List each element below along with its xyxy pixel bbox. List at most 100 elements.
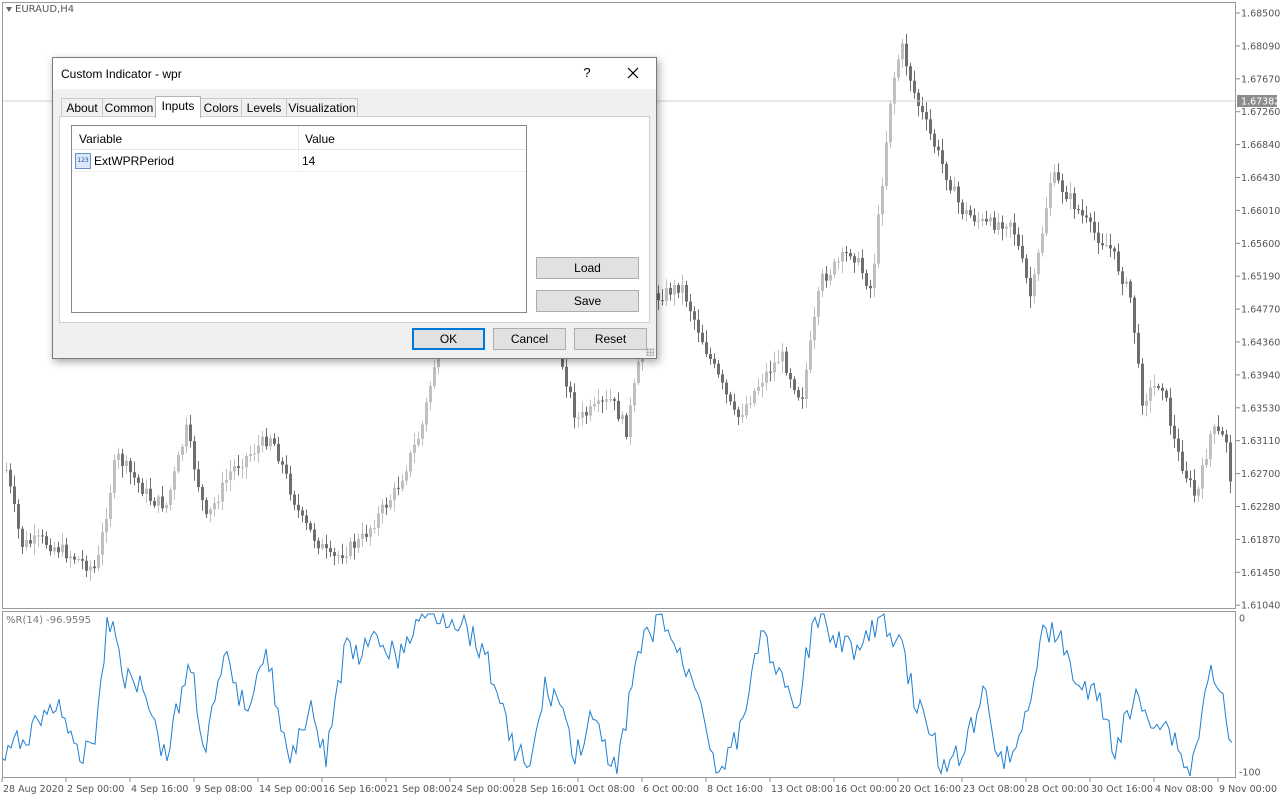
ok-button[interactable]: OK (412, 328, 485, 350)
candle-body (1009, 222, 1012, 227)
candle-body (877, 214, 880, 264)
tab-about[interactable]: About (61, 98, 103, 117)
candle-body (661, 300, 664, 302)
candle-body (1185, 470, 1188, 479)
candle-body (373, 527, 376, 529)
candle-body (33, 535, 36, 544)
tab-common[interactable]: Common (102, 98, 156, 117)
candle-body (1197, 488, 1200, 496)
load-button[interactable]: Load (536, 257, 639, 279)
candle-body (625, 415, 628, 437)
time-tick-label: 21 Sep 08:00 (387, 784, 450, 795)
time-tick-label: 16 Oct 00:00 (835, 784, 897, 795)
candle-body (273, 438, 276, 444)
tab-inputs[interactable]: Inputs (155, 96, 201, 118)
candle-body (433, 367, 436, 386)
candle-body (613, 399, 616, 401)
candle-body (897, 59, 900, 78)
candle-body (121, 453, 124, 467)
dropdown-triangle-icon (6, 6, 12, 12)
candle-body (777, 361, 780, 363)
candle-body (933, 133, 936, 147)
price-tick-label: 1.61040 (1241, 601, 1280, 612)
candle-body (29, 540, 32, 544)
variable-value[interactable]: 14 (302, 154, 315, 168)
candle-body (1193, 480, 1196, 496)
candle-body (1189, 478, 1192, 481)
candle-body (405, 471, 408, 481)
price-tick-label: 1.61450 (1241, 568, 1280, 579)
candle-body (941, 150, 944, 164)
column-header-value[interactable]: Value (305, 132, 335, 146)
candle-body (957, 186, 960, 203)
candle-body (1065, 192, 1068, 200)
candle-body (785, 351, 788, 374)
candle-body (1093, 221, 1096, 233)
resize-grip-icon[interactable] (646, 348, 654, 356)
candle-body (173, 471, 176, 490)
tab-visualization[interactable]: Visualization (286, 98, 358, 117)
candle-body (265, 436, 268, 447)
candle-body (69, 556, 72, 559)
candle-body (593, 403, 596, 407)
candle-body (425, 402, 428, 425)
inputs-grid[interactable]: Variable Value 123 ExtWPRPeriod 14 (71, 125, 527, 313)
candle-body (417, 438, 420, 445)
candle-body (241, 467, 244, 469)
candle-body (733, 401, 736, 410)
candle-body (997, 222, 1000, 230)
candle-body (757, 386, 760, 391)
candle-body (1141, 363, 1144, 406)
candle-body (221, 482, 224, 502)
time-tick-label: 23 Oct 08:00 (963, 784, 1025, 795)
candle-body (1181, 451, 1184, 471)
price-tick-label: 1.63110 (1241, 436, 1280, 447)
candle-body (325, 544, 328, 549)
help-button[interactable]: ? (581, 63, 593, 83)
candle-body (1177, 438, 1180, 452)
candle-body (1045, 208, 1048, 234)
table-row[interactable]: 123 ExtWPRPeriod 14 (72, 150, 526, 172)
candle-body (669, 287, 672, 295)
column-header-variable[interactable]: Variable (79, 132, 122, 146)
tab-levels[interactable]: Levels (241, 98, 287, 117)
grid-header: Variable Value (72, 126, 526, 150)
candle-body (765, 371, 768, 383)
candle-body (949, 180, 952, 191)
candle-body (61, 544, 64, 553)
price-tick-label: 1.65600 (1241, 239, 1280, 250)
cancel-button[interactable]: Cancel (493, 328, 566, 350)
candle-body (317, 540, 320, 549)
candle-body (1101, 243, 1104, 246)
reset-button[interactable]: Reset (574, 328, 647, 350)
price-tick-label: 1.62700 (1241, 469, 1280, 480)
candle-body (789, 373, 792, 380)
tab-colors[interactable]: Colors (200, 98, 242, 117)
candle-body (925, 112, 928, 120)
candle-body (617, 400, 620, 420)
candle-body (17, 504, 20, 529)
candle-body (245, 456, 248, 468)
candle-body (945, 163, 948, 181)
time-tick-label: 9 Nov 00:00 (1219, 784, 1277, 795)
candle-body (9, 469, 12, 487)
candle-body (701, 332, 704, 343)
candle-body (721, 374, 724, 383)
candle-body (41, 535, 44, 537)
time-tick-label: 16 Sep 16:00 (323, 784, 386, 795)
time-tick-label: 4 Nov 08:00 (1155, 784, 1213, 795)
candle-body (865, 273, 868, 286)
time-tick-label: 6 Oct 00:00 (643, 784, 699, 795)
time-tick-label: 9 Sep 08:00 (195, 784, 252, 795)
time-tick-label: 28 Oct 00:00 (1027, 784, 1089, 795)
save-button[interactable]: Save (536, 290, 639, 312)
candle-body (149, 488, 152, 501)
close-button[interactable] (623, 63, 643, 83)
candle-body (809, 340, 812, 370)
candle-body (153, 500, 156, 506)
candle-body (737, 409, 740, 417)
candle-body (705, 342, 708, 355)
candle-body (109, 492, 112, 520)
candle-body (329, 548, 332, 553)
dialog-titlebar[interactable]: Custom Indicator - wpr ? (53, 58, 656, 89)
